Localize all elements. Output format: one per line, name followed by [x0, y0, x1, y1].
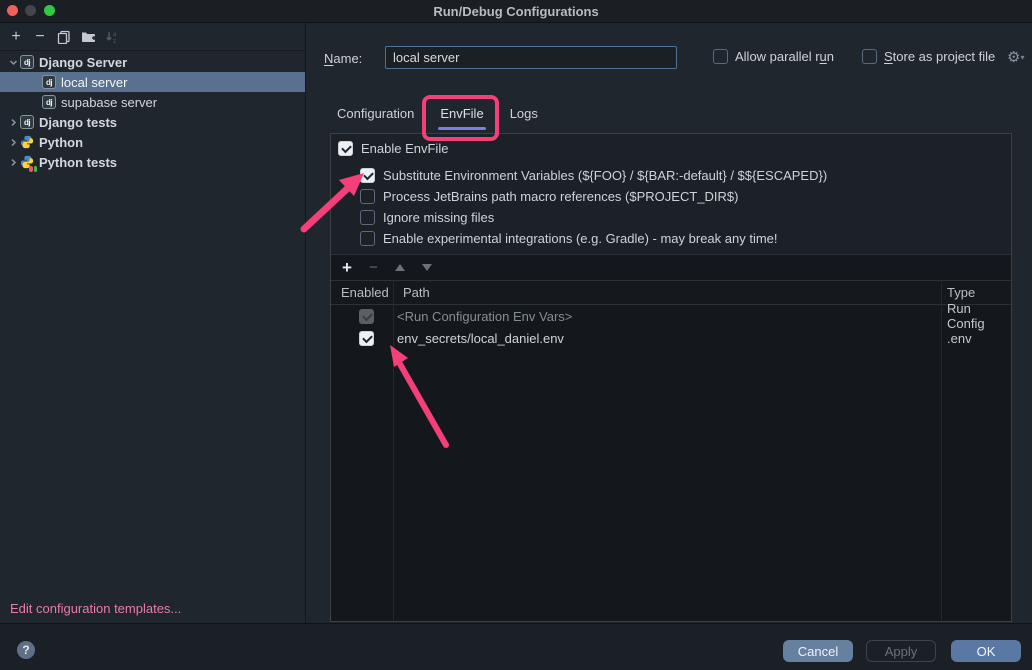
checkbox[interactable] — [360, 210, 375, 225]
new-folder-icon[interactable] — [76, 26, 100, 48]
ok-button[interactable]: OK — [951, 640, 1021, 662]
remove-configuration-button[interactable]: − — [28, 26, 52, 48]
option-label: Process JetBrains path macro references … — [383, 189, 738, 204]
column-header-enabled[interactable]: Enabled — [341, 285, 389, 300]
store-as-project-file-checkbox[interactable]: Store as project file — [862, 49, 995, 64]
env-file-path: <Run Configuration Env Vars> — [397, 309, 572, 324]
enable-envfile-checkbox[interactable]: Enable EnvFile — [338, 141, 448, 156]
window-title: Run/Debug Configurations — [0, 4, 1032, 19]
chevron-down-icon[interactable] — [6, 58, 20, 67]
table-row-run-config-env-vars[interactable]: <Run Configuration Env Vars> Run Config — [331, 305, 1011, 327]
sidebar-toolbar: + − az — [0, 23, 305, 51]
svg-text:z: z — [113, 39, 116, 44]
tree-item-supabase-server[interactable]: dj supabase server — [0, 92, 305, 112]
substitute-env-variables-checkbox[interactable]: Substitute Environment Variables (${FOO}… — [360, 168, 827, 183]
table-header: Enabled Path Type — [331, 280, 1011, 305]
tab-configuration[interactable]: Configuration — [337, 96, 414, 131]
sort-configurations-icon: az — [100, 26, 124, 48]
cancel-button[interactable]: Cancel — [783, 640, 853, 662]
add-configuration-button[interactable]: + — [4, 26, 28, 48]
allow-parallel-run-checkbox[interactable]: Allow parallel run — [713, 49, 834, 64]
chevron-right-icon[interactable] — [6, 138, 20, 147]
python-tests-icon — [20, 155, 34, 169]
django-icon: dj — [42, 75, 56, 89]
remove-env-file-button[interactable]: − — [369, 259, 378, 276]
django-icon: dj — [42, 95, 56, 109]
tree-item-label: local server — [61, 75, 127, 90]
table-toolbar: + − — [331, 255, 1011, 280]
move-down-icon[interactable] — [422, 264, 432, 271]
experimental-integrations-checkbox[interactable]: Enable experimental integrations (e.g. G… — [360, 231, 778, 246]
python-icon — [20, 135, 34, 149]
django-tests-icon: dj — [20, 115, 34, 129]
gear-icon[interactable]: ⚙▾ — [1007, 48, 1024, 66]
tree-item-python[interactable]: Python — [0, 132, 305, 152]
run-debug-configurations-dialog: Run/Debug Configurations + − az dj Djang… — [0, 0, 1032, 670]
title-bar: Run/Debug Configurations — [0, 0, 1032, 23]
envfile-tab-content: Enable EnvFile Substitute Environment Va… — [330, 133, 1012, 622]
configurations-tree: dj Django Server dj local server dj supa… — [0, 52, 305, 172]
checkbox[interactable] — [713, 49, 728, 64]
add-env-file-button[interactable]: + — [342, 258, 352, 278]
env-file-type: .env — [947, 331, 972, 346]
env-file-path: env_secrets/local_daniel.env — [397, 331, 564, 346]
store-as-project-file-label: Store as project file — [884, 49, 995, 64]
option-label: Enable experimental integrations (e.g. G… — [383, 231, 778, 246]
option-label: Enable EnvFile — [361, 141, 448, 156]
allow-parallel-run-label: Allow parallel run — [735, 49, 834, 64]
column-header-type[interactable]: Type — [947, 285, 975, 300]
edit-configuration-templates-link[interactable]: Edit configuration templates... — [10, 601, 181, 616]
tree-item-label: Python — [39, 135, 83, 150]
checkbox[interactable] — [359, 331, 374, 346]
tree-item-local-server[interactable]: dj local server — [0, 72, 305, 92]
column-header-path[interactable]: Path — [403, 285, 430, 300]
process-path-macro-checkbox[interactable]: Process JetBrains path macro references … — [360, 189, 738, 204]
svg-text:a: a — [113, 32, 117, 38]
chevron-right-icon[interactable] — [6, 118, 20, 127]
checkbox — [359, 309, 374, 324]
option-label: Substitute Environment Variables (${FOO}… — [383, 168, 827, 183]
tree-item-django-server[interactable]: dj Django Server — [0, 52, 305, 72]
ignore-missing-files-checkbox[interactable]: Ignore missing files — [360, 210, 494, 225]
checkbox[interactable] — [360, 231, 375, 246]
checkbox[interactable] — [360, 189, 375, 204]
apply-button: Apply — [866, 640, 936, 662]
name-input[interactable] — [385, 46, 677, 69]
tree-item-python-tests[interactable]: Python tests — [0, 152, 305, 172]
tree-item-label: Django Server — [39, 55, 127, 70]
tree-item-label: supabase server — [61, 95, 157, 110]
tree-item-label: Python tests — [39, 155, 117, 170]
checkbox[interactable] — [338, 141, 353, 156]
checkbox[interactable] — [360, 168, 375, 183]
chevron-right-icon[interactable] — [6, 158, 20, 167]
dialog-footer: ? Cancel Apply OK — [0, 623, 1032, 670]
tree-item-label: Django tests — [39, 115, 117, 130]
checkbox[interactable] — [862, 49, 877, 64]
django-icon: dj — [20, 55, 34, 69]
tab-envfile[interactable]: EnvFile — [440, 96, 483, 131]
tree-item-django-tests[interactable]: dj Django tests — [0, 112, 305, 132]
table-row-env-secrets[interactable]: env_secrets/local_daniel.env .env — [331, 327, 1011, 349]
name-label: Name: — [324, 51, 362, 66]
configuration-detail-panel: Name: Allow parallel run Store as projec… — [307, 23, 1032, 623]
configurations-sidebar: + − az dj Django Server dj local server — [0, 23, 306, 623]
move-up-icon[interactable] — [395, 264, 405, 271]
tab-logs[interactable]: Logs — [510, 96, 538, 131]
copy-configuration-icon[interactable] — [52, 26, 76, 48]
env-files-table: + − Enabled Path Type <Run Configuration… — [331, 254, 1011, 621]
tab-bar: Configuration EnvFile Logs — [337, 96, 538, 131]
help-button[interactable]: ? — [17, 641, 35, 659]
option-label: Ignore missing files — [383, 210, 494, 225]
